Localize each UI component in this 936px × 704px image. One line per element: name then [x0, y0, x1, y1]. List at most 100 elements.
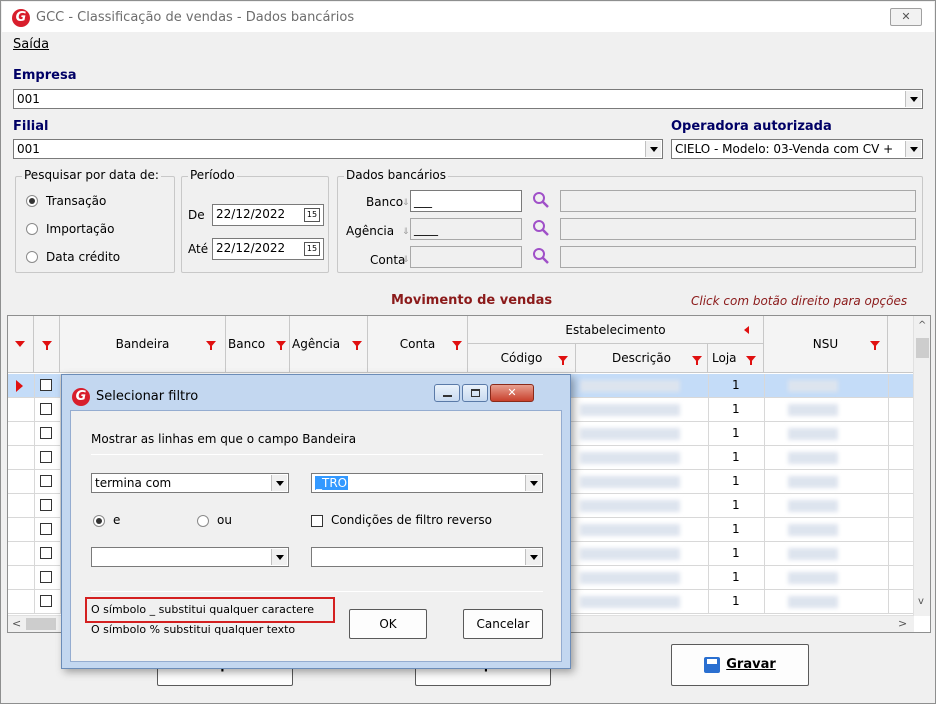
dialog-body: Mostrar as linhas em que o campo Bandeir… [70, 410, 562, 662]
header-check[interactable] [34, 316, 60, 373]
radio-transacao[interactable] [26, 195, 38, 207]
banco-input[interactable]: ___ [410, 190, 522, 212]
chevron-down-icon[interactable] [525, 549, 541, 565]
conta-input[interactable] [410, 246, 522, 268]
column-divider [888, 446, 889, 470]
separator [91, 591, 543, 592]
filial-select[interactable]: 001 [13, 139, 663, 159]
filter-icon[interactable] [870, 341, 880, 350]
chevron-down-icon[interactable] [271, 549, 287, 565]
row-checkbox[interactable] [40, 403, 52, 415]
chevron-down-icon[interactable] [271, 475, 287, 491]
chevron-down-icon[interactable] [525, 475, 541, 491]
operadora-select[interactable]: CIELO - Modelo: 03-Venda com CV + [671, 139, 923, 159]
column-divider [708, 470, 709, 494]
column-divider [764, 470, 765, 494]
dados-bancarios-title: Dados bancários [344, 168, 449, 182]
ok-button[interactable]: OK [349, 609, 427, 639]
chevron-down-icon[interactable] [645, 141, 661, 157]
dialog-close-button[interactable]: ✕ [490, 384, 534, 402]
filter-icon[interactable] [276, 341, 286, 350]
row-checkbox[interactable] [40, 547, 52, 559]
ate-label: Até [188, 242, 209, 256]
condition1-select[interactable]: termina com [91, 473, 289, 493]
header-nsu[interactable]: NSU [764, 316, 888, 373]
sort-arrow-icon: ⇓ [402, 227, 410, 237]
value2-select[interactable] [311, 547, 543, 567]
column-divider [888, 398, 889, 422]
scroll-right-icon[interactable]: > [898, 617, 907, 630]
filter-icon[interactable] [42, 341, 52, 350]
calendar-icon[interactable]: 15 [304, 242, 320, 256]
maximize-button[interactable] [462, 384, 488, 402]
radio-data-credito[interactable] [26, 251, 38, 263]
radio-e[interactable] [93, 515, 105, 527]
header-codigo[interactable]: Código [468, 344, 576, 373]
chevron-down-icon[interactable] [905, 91, 921, 107]
chevron-down-icon[interactable] [905, 141, 921, 157]
header-conta[interactable]: Conta [368, 316, 468, 373]
header-sort[interactable] [8, 316, 34, 373]
header-estabelecimento[interactable]: Estabelecimento [468, 316, 764, 344]
filter-icon[interactable] [558, 356, 568, 365]
filter-icon[interactable] [352, 341, 362, 350]
minimize-button[interactable] [434, 384, 460, 402]
redacted-cell [580, 548, 680, 560]
search-icon[interactable] [532, 219, 550, 237]
radio-ou[interactable] [197, 515, 209, 527]
radio-ou-label: ou [217, 513, 232, 527]
filter-icon[interactable] [452, 341, 462, 350]
row-checkbox[interactable] [40, 571, 52, 583]
column-divider [34, 494, 35, 518]
banco-label: Banco [366, 195, 404, 209]
condition2-select[interactable] [91, 547, 289, 567]
radio-data-credito-label: Data crédito [46, 250, 121, 264]
menu-saida[interactable]: Saída [13, 37, 49, 52]
radio-importacao[interactable] [26, 223, 38, 235]
collapse-left-icon[interactable] [744, 326, 749, 334]
gravar-button[interactable]: Gravar [671, 644, 809, 686]
radio-transacao-label: Transação [46, 194, 107, 208]
search-icon[interactable] [532, 191, 550, 209]
row-checkbox[interactable] [40, 427, 52, 439]
filter-icon[interactable] [692, 356, 702, 365]
row-checkbox[interactable] [40, 595, 52, 607]
redacted-cell [580, 452, 680, 464]
date-ate-input[interactable]: 22/12/2022 15 [212, 238, 324, 260]
agencia-input[interactable]: ____ [410, 218, 522, 240]
loja-cell: 1 [732, 378, 740, 392]
header-loja[interactable]: Loja [708, 344, 764, 373]
date-de-input[interactable]: 22/12/2022 15 [212, 204, 324, 226]
header-agencia[interactable]: Agência [290, 316, 368, 373]
scroll-thumb[interactable] [916, 338, 929, 358]
loja-cell: 1 [732, 594, 740, 608]
row-checkbox[interactable] [40, 475, 52, 487]
header-bandeira[interactable]: Bandeira [60, 316, 226, 373]
column-divider [764, 398, 765, 422]
row-checkbox[interactable] [40, 379, 52, 391]
header-banco[interactable]: Banco [226, 316, 290, 373]
scroll-left-icon[interactable]: < [12, 617, 21, 630]
filter-active-icon[interactable] [206, 341, 216, 350]
close-button[interactable]: ✕ [890, 8, 922, 26]
row-checkbox[interactable] [40, 499, 52, 511]
periodo-title: Período [188, 168, 237, 182]
empresa-select[interactable]: 001 [13, 89, 923, 109]
scroll-thumb-h[interactable] [26, 618, 56, 630]
redacted-cell [788, 524, 838, 536]
search-icon[interactable] [532, 247, 550, 265]
cancel-button[interactable]: Cancelar [463, 609, 543, 639]
vertical-scrollbar[interactable]: ^ v [913, 316, 930, 616]
row-checkbox[interactable] [40, 451, 52, 463]
header-descricao[interactable]: Descrição [576, 344, 708, 373]
redacted-cell [788, 380, 838, 392]
scroll-down-icon[interactable]: v [918, 596, 924, 607]
reverse-checkbox[interactable] [311, 515, 323, 527]
value1-select[interactable]: _TRO [311, 473, 543, 493]
filter-icon[interactable] [746, 356, 756, 365]
scroll-up-icon[interactable]: ^ [918, 320, 926, 331]
row-checkbox[interactable] [40, 523, 52, 535]
calendar-icon[interactable]: 15 [304, 208, 320, 222]
agencia-value: ____ [414, 222, 438, 236]
loja-cell: 1 [732, 498, 740, 512]
